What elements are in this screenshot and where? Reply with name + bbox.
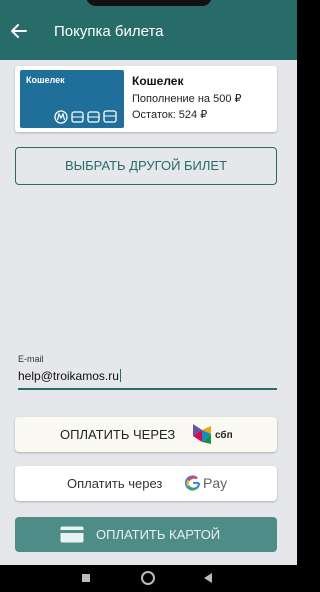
email-label: E-mail: [18, 354, 44, 364]
transport-icons: [54, 110, 117, 124]
camera-notch: [86, 0, 212, 6]
back-arrow-icon[interactable]: [10, 22, 28, 40]
gpay-logo-text: Pay: [203, 475, 227, 491]
screen: Покупка билета Кошелек Кошелек Пополнени…: [0, 0, 297, 592]
pay-sbp-button[interactable]: ОПЛАТИТЬ ЧЕРЕЗ сбп: [15, 417, 277, 452]
sbp-logo-icon: сбп: [193, 424, 233, 444]
app-bar: Покупка билета: [0, 0, 297, 60]
pay-gpay-label: Оплатить через: [67, 476, 163, 491]
choose-other-ticket-button[interactable]: ВЫБРАТЬ ДРУГОЙ БИЛЕТ: [15, 147, 277, 185]
email-input[interactable]: help@troikamos.ru: [18, 369, 121, 383]
email-underline: [18, 388, 277, 390]
ticket-topup-amount: Пополнение на 500 ₽: [132, 93, 242, 105]
text-cursor: [119, 369, 121, 382]
sbp-logo-text: сбп: [215, 429, 233, 441]
email-value: help@troikamos.ru: [18, 369, 119, 383]
ticket-image-label: Кошелек: [26, 75, 65, 85]
recents-icon[interactable]: [82, 574, 90, 582]
home-icon[interactable]: [141, 571, 155, 585]
ticket-balance: Остаток: 524 ₽: [132, 109, 208, 121]
pay-sbp-label: ОПЛАТИТЬ ЧЕРЕЗ: [60, 427, 176, 442]
credit-card-icon: [60, 526, 84, 543]
ticket-name: Кошелек: [132, 74, 184, 88]
pay-card-button[interactable]: ОПЛАТИТЬ КАРТОЙ: [15, 517, 277, 552]
pay-card-label: ОПЛАТИТЬ КАРТОЙ: [96, 527, 221, 542]
ticket-card[interactable]: Кошелек Кошелек Пополнение на 500 ₽ Оста…: [15, 66, 277, 132]
pay-gpay-button[interactable]: Оплатить через Pay: [15, 466, 277, 501]
page-title: Покупка билета: [54, 23, 164, 40]
system-nav-bar: [0, 565, 297, 592]
google-pay-logo-icon: Pay: [185, 475, 227, 491]
nav-back-icon[interactable]: [201, 571, 215, 585]
ticket-card-image: Кошелек: [20, 70, 124, 128]
